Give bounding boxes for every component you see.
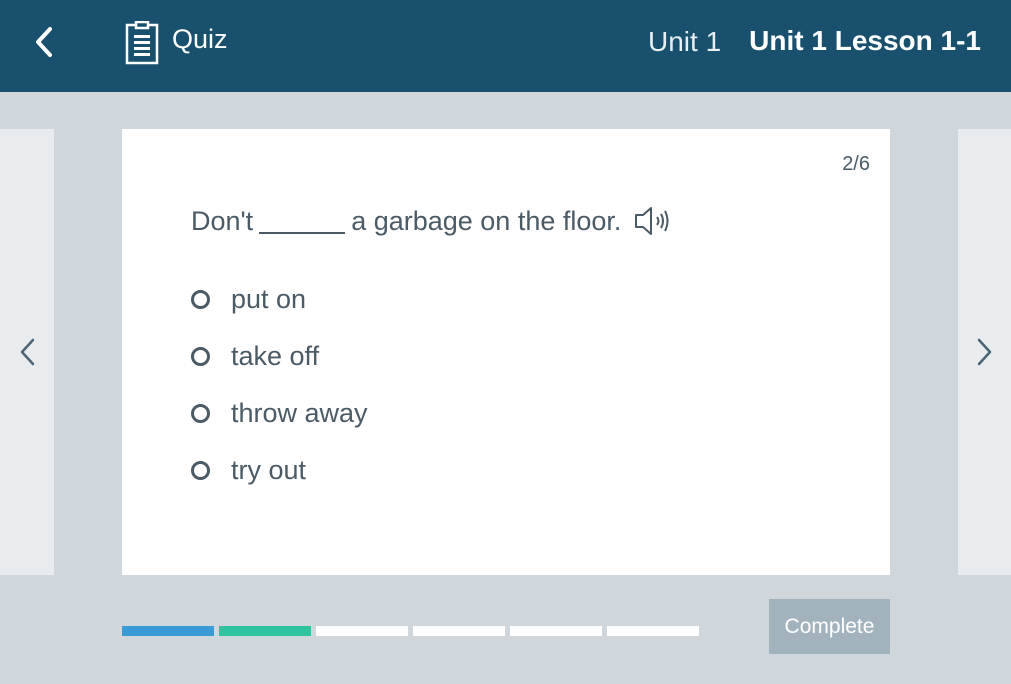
answer-blank [259, 208, 346, 234]
option-label: try out [231, 455, 307, 485]
question-card: 2/6 Don't a garbage on the floor. put on… [122, 129, 890, 575]
quiz-title: Quiz [172, 24, 228, 54]
radio-button[interactable] [191, 347, 210, 366]
back-button[interactable] [28, 24, 60, 60]
question-counter: 2/6 [842, 153, 870, 175]
lesson-title: Unit 1 Lesson 1-1 [749, 25, 981, 56]
quiz-progress-bar [122, 626, 699, 636]
previous-question-button[interactable] [0, 129, 54, 575]
question-text-before: Don't [191, 205, 254, 236]
question-text: Don't a garbage on the floor. [191, 205, 671, 237]
answer-options: put on take off throw away try out [191, 271, 368, 499]
radio-button[interactable] [191, 290, 210, 309]
answer-option[interactable]: take off [191, 328, 368, 385]
chevron-right-icon [977, 338, 991, 366]
chevron-left-icon [36, 27, 52, 57]
next-question-button[interactable] [958, 129, 1011, 575]
answer-option[interactable]: throw away [191, 385, 368, 442]
progress-segment [219, 626, 311, 636]
complete-button[interactable]: Complete [769, 599, 890, 654]
answer-option[interactable]: try out [191, 442, 368, 499]
progress-segment [607, 626, 699, 636]
progress-segment [122, 626, 214, 636]
clipboard-icon [125, 21, 159, 65]
question-text-after: a garbage on the floor. [351, 205, 622, 236]
option-label: take off [231, 341, 320, 371]
option-label: put on [231, 284, 307, 314]
top-bar: Quiz Unit 1 Unit 1 Lesson 1-1 [0, 0, 1011, 92]
progress-segment [413, 626, 505, 636]
radio-button[interactable] [191, 404, 210, 423]
radio-button[interactable] [191, 461, 210, 480]
unit-breadcrumb[interactable]: Unit 1 [648, 26, 721, 58]
progress-segment [316, 626, 408, 636]
speaker-icon[interactable] [633, 205, 671, 237]
answer-option[interactable]: put on [191, 271, 368, 328]
chevron-left-icon [20, 338, 35, 366]
progress-segment [510, 626, 602, 636]
option-label: throw away [231, 398, 368, 428]
